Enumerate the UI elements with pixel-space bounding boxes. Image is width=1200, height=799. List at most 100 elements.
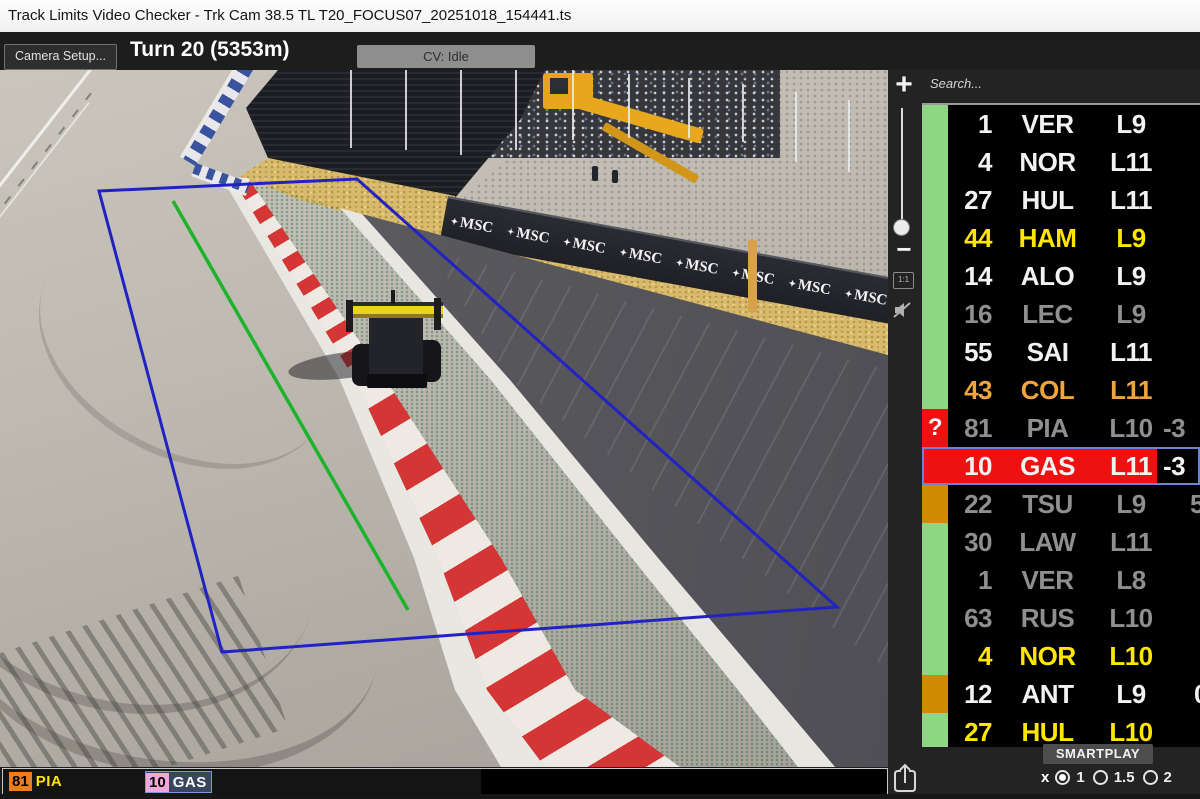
driver-name: ALO xyxy=(1000,261,1095,292)
zoom-in-button[interactable]: + xyxy=(888,68,920,102)
driver-row[interactable]: 16 LEC L9 xyxy=(922,295,1200,333)
driver-row[interactable]: 4 NOR L10 xyxy=(922,637,1200,675)
camera-setup-button[interactable]: Camera Setup... xyxy=(4,44,117,70)
driver-number: 30 xyxy=(948,527,992,558)
status-marker xyxy=(922,713,948,747)
status-marker xyxy=(922,523,948,561)
search-input[interactable]: Search... xyxy=(930,76,982,91)
driver-list: 1 VER L9 4 NOR L11 27 HUL L11 44 HAM L9 … xyxy=(922,103,1200,747)
window-title: Track Limits Video Checker - Trk Cam 38.… xyxy=(8,7,571,24)
driver-row[interactable]: 12 ANT L9 0 xyxy=(922,675,1200,713)
zoom-out-button[interactable]: − xyxy=(888,234,920,265)
lap-label: L10 xyxy=(1101,413,1161,444)
playback-speed-radio-group[interactable]: x 11.52 xyxy=(1041,769,1174,786)
timeline[interactable]: 81PIA 10GAS xyxy=(2,768,888,795)
timeline-tag-PIA[interactable]: 81PIA xyxy=(9,771,66,791)
driver-row[interactable]: ? 81 PIA L10 -3 xyxy=(922,409,1200,447)
status-marker xyxy=(922,295,948,333)
driver-row[interactable]: 22 TSU L9 5 xyxy=(922,485,1200,523)
driver-row[interactable]: 44 HAM L9 xyxy=(922,219,1200,257)
radio-label[interactable]: 2 xyxy=(1164,769,1172,786)
status-marker xyxy=(922,257,948,295)
driver-number: 81 xyxy=(948,413,992,444)
zoom-slider[interactable] xyxy=(901,108,903,226)
status-marker xyxy=(922,485,948,523)
driver-name: RUS xyxy=(1000,603,1095,634)
actual-size-button[interactable]: 1:1 xyxy=(893,272,914,289)
driver-row[interactable]: 55 SAI L11 xyxy=(922,333,1200,371)
zoom-slider-thumb[interactable] xyxy=(894,220,909,235)
timeline-segment xyxy=(3,769,481,794)
share-export-icon[interactable] xyxy=(891,762,919,794)
status-marker xyxy=(922,219,948,257)
lap-label: L10 xyxy=(1101,717,1161,748)
driver-number: 22 xyxy=(948,489,992,520)
status-marker xyxy=(922,561,948,599)
driver-name: VER xyxy=(1000,109,1095,140)
driver-name: HAM xyxy=(1000,223,1095,254)
turn-label: Turn 20 (5353m) xyxy=(130,38,290,62)
driver-row[interactable]: 63 RUS L10 xyxy=(922,599,1200,637)
driver-number: 27 xyxy=(948,717,992,748)
radio-1.5[interactable] xyxy=(1093,770,1108,785)
timeline-tag-GAS[interactable]: 10GAS xyxy=(145,771,212,793)
timeline-tag-name: GAS xyxy=(169,773,211,792)
driver-number: 1 xyxy=(948,565,992,596)
driver-row[interactable]: 4 NOR L11 xyxy=(922,143,1200,181)
driver-row[interactable]: 10 GAS L11 -3 xyxy=(922,447,1200,485)
status-marker xyxy=(922,599,948,637)
status-marker: ? xyxy=(922,409,948,447)
cut-off-value: -3 xyxy=(1163,447,1185,485)
status-marker xyxy=(922,371,948,409)
driver-name: TSU xyxy=(1000,489,1095,520)
status-marker xyxy=(922,143,948,181)
driver-number: 44 xyxy=(948,223,992,254)
track-limit-zone xyxy=(99,179,837,652)
driver-name: SAI xyxy=(1000,337,1095,368)
driver-number: 4 xyxy=(948,147,992,178)
driver-row[interactable]: 30 LAW L11 xyxy=(922,523,1200,561)
driver-name: LEC xyxy=(1000,299,1095,330)
driver-name: HUL xyxy=(1000,185,1095,216)
timeline-tag-number: 10 xyxy=(146,773,169,792)
driver-name: HUL xyxy=(1000,717,1095,748)
cv-status-button[interactable]: CV: Idle xyxy=(357,45,535,68)
lap-label: L11 xyxy=(1101,185,1161,216)
driver-name: LAW xyxy=(1000,527,1095,558)
timeline-tag-name: PIA xyxy=(32,772,67,791)
lap-label: L9 xyxy=(1101,109,1161,140)
radio-1[interactable] xyxy=(1055,770,1070,785)
driver-number: 12 xyxy=(948,679,992,710)
status-marker xyxy=(922,637,948,675)
status-marker xyxy=(922,105,948,143)
driver-number: 55 xyxy=(948,337,992,368)
driver-name: NOR xyxy=(1000,641,1095,672)
radio-2[interactable] xyxy=(1143,770,1158,785)
driver-number: 63 xyxy=(948,603,992,634)
radio-label[interactable]: 1 xyxy=(1076,769,1084,786)
driver-row[interactable]: 1 VER L8 xyxy=(922,561,1200,599)
driver-number: 43 xyxy=(948,375,992,406)
mute-icon[interactable] xyxy=(892,300,914,320)
driver-row[interactable]: 27 HUL L11 xyxy=(922,181,1200,219)
lap-label: L9 xyxy=(1101,489,1161,520)
lap-label: L9 xyxy=(1101,679,1161,710)
lap-label: L11 xyxy=(1101,147,1161,178)
driver-row[interactable]: 43 COL L11 xyxy=(922,371,1200,409)
zoom-toolbar: + − 1:1 xyxy=(888,70,922,799)
lap-label: L11 xyxy=(1101,337,1161,368)
driver-row[interactable]: 27 HUL L10 xyxy=(922,713,1200,747)
driver-number: 4 xyxy=(948,641,992,672)
overlay-svg xyxy=(0,70,888,767)
radio-label[interactable]: 1.5 xyxy=(1114,769,1135,786)
status-marker xyxy=(922,675,948,713)
driver-name: COL xyxy=(1000,375,1095,406)
driver-row[interactable]: 1 VER L9 xyxy=(922,105,1200,143)
lap-label: L10 xyxy=(1101,641,1161,672)
smartplay-button[interactable]: SMARTPLAY xyxy=(1043,744,1153,764)
driver-name: VER xyxy=(1000,565,1095,596)
driver-row[interactable]: 14 ALO L9 xyxy=(922,257,1200,295)
video-frame[interactable]: ✦MSC✦MSC✦MSC✦MSC✦MSC✦MSC✦MSC✦MSC xyxy=(0,70,888,767)
lap-label: L9 xyxy=(1101,223,1161,254)
driver-number: 1 xyxy=(948,109,992,140)
